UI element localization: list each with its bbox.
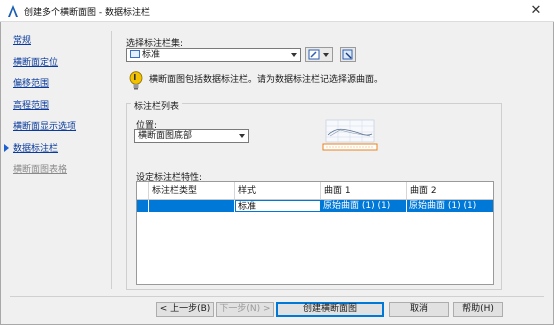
chevron-down-icon	[291, 53, 297, 57]
nav-item-label: 横断面图表格	[13, 165, 68, 175]
column-header-style[interactable]: 样式	[235, 182, 321, 199]
pick-icon	[342, 49, 353, 60]
nav-item-general[interactable]: 常规	[4, 34, 104, 54]
create-button[interactable]: 创建横断面图	[276, 302, 384, 317]
table-header: 标注栏类型 样式 曲面 1 曲面 2	[137, 182, 493, 200]
location-select[interactable]: 横断面图底部	[134, 129, 249, 143]
location-value: 横断面图底部	[138, 131, 193, 141]
band-set-select[interactable]: 标准	[126, 48, 301, 62]
cancel-button[interactable]: 取消	[389, 302, 449, 317]
style-edit-icon	[308, 49, 329, 60]
window-title: 创建多个横断面图 - 数据标注栏	[24, 8, 150, 18]
lightbulb-icon	[129, 71, 143, 90]
prev-button[interactable]: < 上一步(B)	[156, 302, 214, 317]
chevron-down-icon	[239, 134, 245, 138]
wizard-nav: 常规 横断面定位 偏移范围 高程范围 横断面显示选项 数据标注栏 横断面图表格	[4, 34, 104, 185]
app-logo-icon	[8, 5, 18, 17]
nav-item-label: 横断面定位	[13, 57, 59, 68]
table-row[interactable]: 标准 原始曲面 (1) (1) 原始曲面 (1) (1)	[137, 200, 493, 212]
surface-2-cell[interactable]: 原始曲面 (1) (1)	[407, 200, 493, 212]
row-selector-header	[137, 182, 149, 199]
next-button: 下一步(N) >	[216, 302, 274, 317]
nav-item-section-placement[interactable]: 横断面定位	[4, 56, 104, 76]
nav-item-display-options[interactable]: 横断面显示选项	[4, 120, 104, 140]
band-location-preview	[322, 119, 378, 151]
help-button[interactable]: 帮助(H)	[453, 302, 503, 317]
nav-item-label: 高程范围	[13, 100, 50, 111]
pick-from-drawing-button[interactable]	[340, 47, 356, 62]
nav-item-offset-range[interactable]: 偏移范围	[4, 77, 104, 97]
nav-item-label: 横断面显示选项	[13, 122, 77, 132]
column-header-band-type[interactable]: 标注栏类型	[149, 182, 235, 199]
nav-item-data-bands[interactable]: 数据标注栏	[4, 142, 104, 162]
close-icon[interactable]: ✕	[528, 3, 544, 19]
current-step-arrow-icon	[4, 143, 9, 152]
title-bar: 创建多个横断面图 - 数据标注栏 ✕	[0, 0, 554, 22]
band-type-cell[interactable]	[149, 200, 235, 212]
band-set-value: 标准	[142, 50, 161, 60]
band-list-title: 标注栏列表	[131, 99, 183, 112]
row-selector[interactable]	[137, 200, 149, 212]
nav-divider	[111, 31, 112, 289]
nav-item-label: 偏移范围	[13, 79, 50, 89]
surface-1-cell[interactable]: 原始曲面 (1) (1)	[321, 200, 407, 212]
nav-item-label: 常规	[13, 36, 32, 46]
nav-item-section-tables: 横断面图表格	[4, 163, 104, 183]
nav-item-elevation-range[interactable]: 高程范围	[4, 99, 104, 119]
style-cell[interactable]: 标准	[235, 200, 321, 212]
nav-item-label: 数据标注栏	[13, 143, 59, 154]
info-message: 横断面图包括数据标注栏。请为数据标注栏记选择源曲面。	[149, 75, 384, 85]
band-set-icon	[130, 50, 140, 58]
column-header-surface-1[interactable]: 曲面 1	[321, 182, 407, 199]
band-properties-table[interactable]: 标注栏类型 样式 曲面 1 曲面 2 标准 原始曲面 (1) (1) 原始曲面 …	[136, 181, 494, 285]
footer-divider	[10, 296, 544, 297]
column-header-surface-2[interactable]: 曲面 2	[407, 182, 493, 199]
band-style-edit-button[interactable]	[305, 47, 333, 62]
